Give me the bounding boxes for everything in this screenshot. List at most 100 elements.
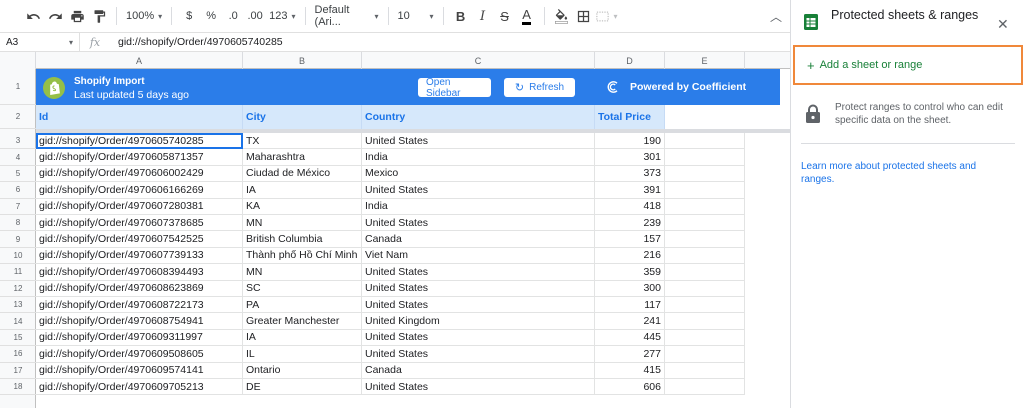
column-header-d[interactable]: D [595, 52, 665, 69]
cell-e[interactable] [665, 149, 745, 166]
cell-id[interactable]: gid://shopify/Order/4970608394493 [36, 264, 243, 281]
strikethrough-button[interactable]: S [494, 4, 516, 28]
row-number[interactable]: 3 [0, 133, 36, 150]
cell-country[interactable]: United States [362, 264, 595, 281]
cell-id[interactable]: gid://shopify/Order/4970607378685 [36, 215, 243, 232]
cell-country[interactable]: United Kingdom [362, 313, 595, 330]
column-header-b[interactable]: B [243, 52, 362, 69]
select-all-corner[interactable] [0, 52, 36, 69]
cell-e[interactable] [665, 280, 745, 297]
cell-total-price[interactable]: 391 [595, 182, 665, 199]
bold-button[interactable]: B [450, 4, 472, 28]
merge-cells-icon[interactable] [595, 4, 618, 28]
text-color-button[interactable]: A [516, 4, 538, 28]
header-total-price[interactable]: Total Price [595, 105, 665, 129]
cell-id[interactable]: gid://shopify/Order/4970606002429 [36, 165, 243, 183]
learn-more-link[interactable]: Learn more about protected sheets and ra… [801, 160, 991, 186]
cell-id[interactable]: gid://shopify/Order/4970607739133 [36, 247, 243, 265]
cell-total-price[interactable]: 373 [595, 165, 665, 183]
row-number[interactable]: 13 [0, 297, 36, 314]
redo-icon[interactable] [44, 4, 66, 28]
close-icon[interactable]: ✕ [997, 16, 1009, 33]
cell-city[interactable]: Ciudad de México [243, 165, 362, 183]
zoom-select[interactable]: 100% [123, 4, 165, 28]
add-sheet-or-range-button[interactable]: + Add a sheet or range [793, 45, 1023, 85]
column-header-a[interactable]: A [36, 52, 243, 69]
row-number[interactable]: 4 [0, 149, 36, 166]
row-number[interactable]: 7 [0, 199, 36, 215]
cell-country[interactable]: United States [362, 329, 595, 347]
cell-e[interactable] [665, 264, 745, 281]
cell-city[interactable]: Thành phố Hồ Chí Minh [243, 247, 362, 265]
row-number[interactable]: 6 [0, 182, 36, 199]
cell-city[interactable]: IL [243, 346, 362, 363]
header-country[interactable]: Country [362, 105, 595, 129]
row-number[interactable]: 12 [0, 281, 36, 297]
cell-total-price[interactable]: 301 [595, 149, 665, 166]
row-number[interactable]: 14 [0, 313, 36, 330]
open-sidebar-button[interactable]: Open Sidebar [418, 77, 491, 99]
cell-city[interactable]: Ontario [243, 362, 362, 379]
cell-e[interactable] [665, 297, 745, 314]
percent-format-button[interactable]: % [200, 4, 222, 28]
cell-total-price[interactable]: 239 [595, 215, 665, 232]
cell-e[interactable] [665, 379, 745, 396]
cell-city[interactable]: IA [243, 182, 362, 199]
row-number[interactable]: 5 [0, 166, 36, 183]
cell-city[interactable]: MN [243, 215, 362, 232]
cell-e[interactable] [665, 329, 745, 347]
cell-e[interactable] [665, 362, 745, 379]
cell-country[interactable]: India [362, 198, 595, 215]
cell-id[interactable]: gid://shopify/Order/4970609508605 [36, 346, 243, 363]
row-number[interactable]: 8 [0, 215, 36, 232]
cell-e[interactable] [665, 247, 745, 265]
cell-country[interactable]: United States [362, 379, 595, 396]
header-city[interactable]: City [243, 105, 362, 129]
cell-country[interactable]: United States [362, 297, 595, 314]
cell-id[interactable]: gid://shopify/Order/4970609705213 [36, 379, 243, 396]
cell-e[interactable] [665, 198, 745, 215]
cell-id[interactable]: gid://shopify/Order/4970606166269 [36, 182, 243, 199]
cell-id[interactable]: gid://shopify/Order/4970609311997 [36, 329, 243, 347]
cell-city[interactable]: TX [243, 133, 362, 150]
cell-country[interactable]: United States [362, 215, 595, 232]
cell-e[interactable] [665, 215, 745, 232]
cell-e[interactable] [665, 133, 745, 150]
cell-id[interactable]: gid://shopify/Order/4970609574141 [36, 362, 243, 379]
font-size-select[interactable]: 10 [395, 4, 437, 28]
cell-city[interactable]: British Columbia [243, 231, 362, 248]
cell-total-price[interactable]: 606 [595, 379, 665, 396]
row-number[interactable]: 17 [0, 363, 36, 379]
italic-button[interactable]: I [472, 4, 494, 28]
cell-city[interactable]: SC [243, 280, 362, 297]
row-number[interactable]: 11 [0, 264, 36, 281]
increase-decimal-button[interactable]: .00 [244, 4, 266, 28]
cell-total-price[interactable]: 241 [595, 313, 665, 330]
cell-city[interactable]: IA [243, 329, 362, 347]
column-header-e[interactable]: E [665, 52, 745, 69]
cell-city[interactable]: PA [243, 297, 362, 314]
cell-country[interactable]: United States [362, 133, 595, 150]
cell-total-price[interactable]: 359 [595, 264, 665, 281]
cell-country[interactable]: United States [362, 346, 595, 363]
cell-e[interactable] [665, 182, 745, 199]
row-number[interactable]: 16 [0, 346, 36, 363]
cell-city[interactable]: Greater Manchester [243, 313, 362, 330]
row-number[interactable]: 9 [0, 231, 36, 248]
fill-color-icon[interactable] [551, 4, 573, 28]
refresh-button[interactable]: ↻ Refresh [504, 78, 575, 97]
cell-total-price[interactable]: 216 [595, 247, 665, 265]
cell-country[interactable]: Canada [362, 362, 595, 379]
cell-country[interactable]: United States [362, 280, 595, 297]
cell-country[interactable]: India [362, 149, 595, 166]
cell-country[interactable]: Canada [362, 231, 595, 248]
cell-id[interactable]: gid://shopify/Order/4970607542525 [36, 231, 243, 248]
more-formats-button[interactable]: 123 [266, 4, 298, 28]
cell-total-price[interactable]: 415 [595, 362, 665, 379]
cell-total-price[interactable]: 157 [595, 231, 665, 248]
cell-total-price[interactable]: 190 [595, 133, 665, 150]
cell-total-price[interactable]: 300 [595, 280, 665, 297]
cell-country[interactable]: Mexico [362, 165, 595, 183]
cell-total-price[interactable]: 117 [595, 297, 665, 314]
cell-e[interactable] [665, 165, 745, 183]
